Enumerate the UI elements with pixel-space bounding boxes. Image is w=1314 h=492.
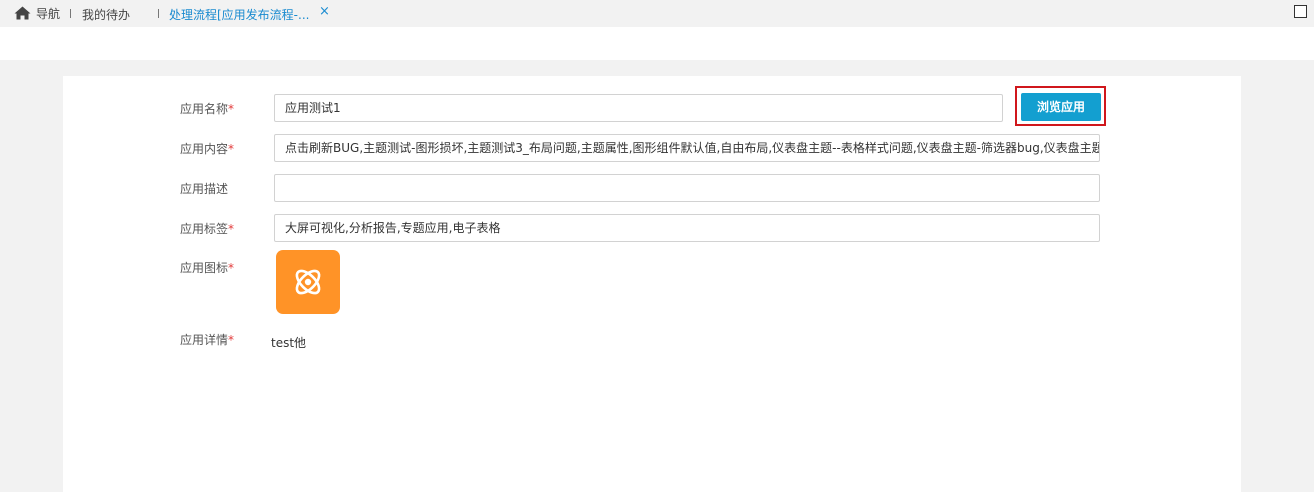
tab-bar: 导航 我的待办 处理流程[应用发布流程-... ×: [0, 0, 1314, 27]
tab-home[interactable]: 导航: [14, 5, 60, 21]
required-mark: *: [228, 102, 235, 116]
app-content-label: 应用内容*: [180, 142, 235, 156]
app-description-label: 应用描述: [180, 182, 229, 196]
app-detail-label: 应用详情*: [180, 333, 235, 347]
close-icon[interactable]: ×: [319, 5, 331, 19]
required-mark: *: [228, 222, 235, 236]
required-mark: *: [228, 261, 235, 275]
app-tags-input[interactable]: 大屏可视化,分析报告,专题应用,电子表格: [274, 214, 1100, 242]
tab-my-todo[interactable]: 我的待办: [82, 6, 130, 23]
tab-process-flow[interactable]: 处理流程[应用发布流程-...: [169, 6, 309, 23]
app-content-input[interactable]: 点击刷新BUG,主题测试-图形损坏,主题测试3_布局问题,主题属性,图形组件默认…: [274, 134, 1100, 162]
toolbar-strip: [0, 27, 1314, 60]
app-description-input[interactable]: [274, 174, 1100, 202]
required-mark: *: [228, 142, 235, 156]
home-label: 导航: [36, 6, 61, 21]
app-name-label: 应用名称*: [180, 102, 235, 116]
app-detail-value: test他: [271, 336, 307, 350]
app-name-input[interactable]: 应用测试1: [274, 94, 1003, 122]
required-mark: *: [228, 333, 235, 347]
app-icon-picker[interactable]: [276, 250, 340, 314]
home-icon: [14, 6, 31, 20]
tab-separator: [70, 9, 71, 18]
app-tags-label: 应用标签*: [180, 222, 235, 236]
maximize-icon[interactable]: [1294, 5, 1307, 18]
atom-icon: [295, 269, 321, 295]
tab-separator: [158, 9, 159, 18]
app-icon-label: 应用图标*: [180, 261, 235, 275]
browse-app-button[interactable]: 浏览应用: [1021, 93, 1101, 121]
